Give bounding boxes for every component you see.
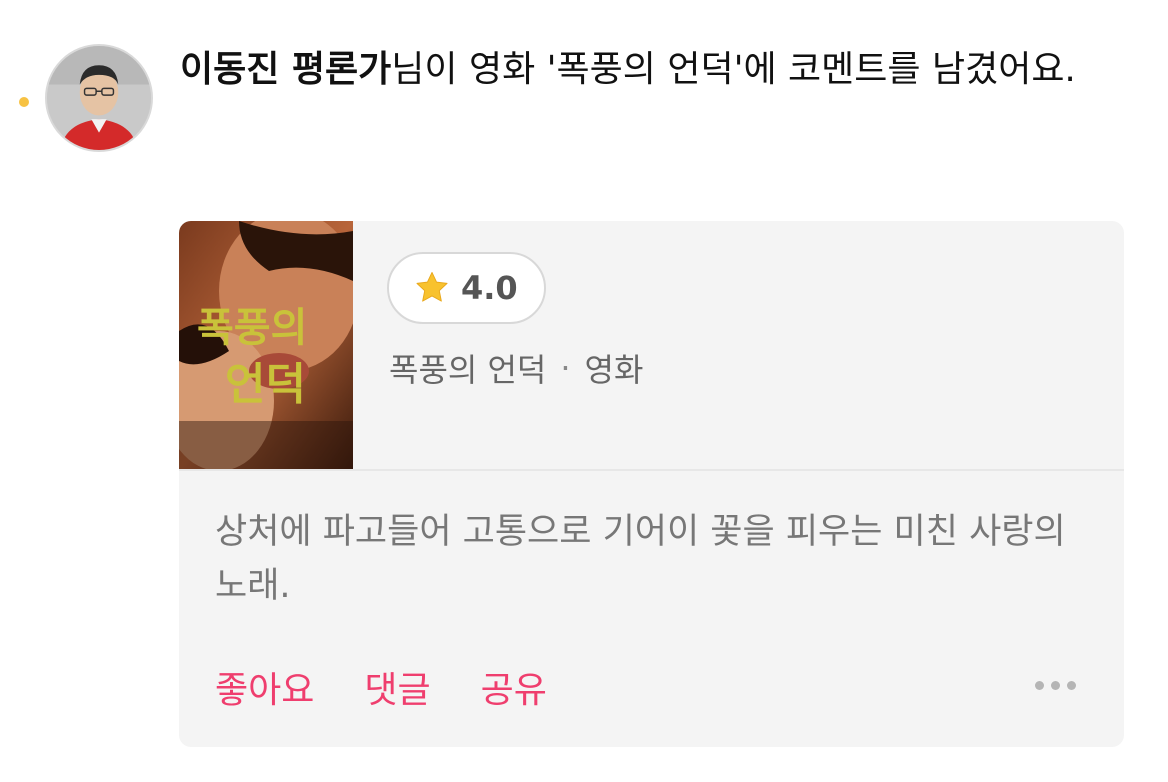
reply-button[interactable]: 댓글 bbox=[364, 661, 430, 713]
comment-actions: 좋아요 댓글 공유 bbox=[215, 661, 547, 713]
comment-card[interactable]: 폭풍의 언덕 4.0 폭풍의 언덕 · 영화 상처에 파고들어 고통으로 기어이… bbox=[179, 221, 1124, 747]
movie-meta: 폭풍의 언덕 · 영화 bbox=[389, 345, 643, 391]
share-button[interactable]: 공유 bbox=[481, 661, 547, 713]
more-dot bbox=[1035, 681, 1044, 690]
avatar-image bbox=[47, 46, 151, 150]
rating-badge: 4.0 bbox=[387, 252, 546, 324]
movie-poster[interactable]: 폭풍의 언덕 bbox=[179, 221, 353, 469]
notification-text: 이동진 평론가님이 영화 '폭풍의 언덕'에 코멘트를 남겼어요. bbox=[180, 40, 1130, 100]
card-divider bbox=[179, 469, 1124, 471]
notification-message: 님이 영화 '폭풍의 언덕'에 코멘트를 남겼어요. bbox=[391, 49, 1076, 90]
more-dot bbox=[1067, 681, 1076, 690]
like-button[interactable]: 좋아요 bbox=[215, 661, 314, 713]
content-type: 영화 bbox=[584, 351, 644, 389]
svg-text:언덕: 언덕 bbox=[225, 359, 306, 410]
poster-image: 폭풍의 언덕 bbox=[179, 221, 353, 469]
comment-text[interactable]: 상처에 파고들어 고통으로 기어이 꽃을 피우는 미친 사랑의 노래. bbox=[215, 505, 1075, 613]
rating-value: 4.0 bbox=[461, 269, 518, 307]
star-icon bbox=[413, 269, 451, 307]
critic-name[interactable]: 이동진 평론가 bbox=[180, 49, 391, 90]
more-dot bbox=[1051, 681, 1060, 690]
movie-title[interactable]: 폭풍의 언덕 bbox=[389, 345, 546, 391]
svg-text:폭풍의: 폭풍의 bbox=[197, 305, 307, 351]
more-options-icon[interactable] bbox=[1031, 677, 1080, 694]
meta-separator: · bbox=[560, 349, 571, 387]
unread-indicator bbox=[19, 97, 29, 107]
movie-info[interactable]: 폭풍의 언덕 4.0 폭풍의 언덕 · 영화 bbox=[179, 221, 1124, 469]
avatar[interactable] bbox=[45, 44, 153, 152]
